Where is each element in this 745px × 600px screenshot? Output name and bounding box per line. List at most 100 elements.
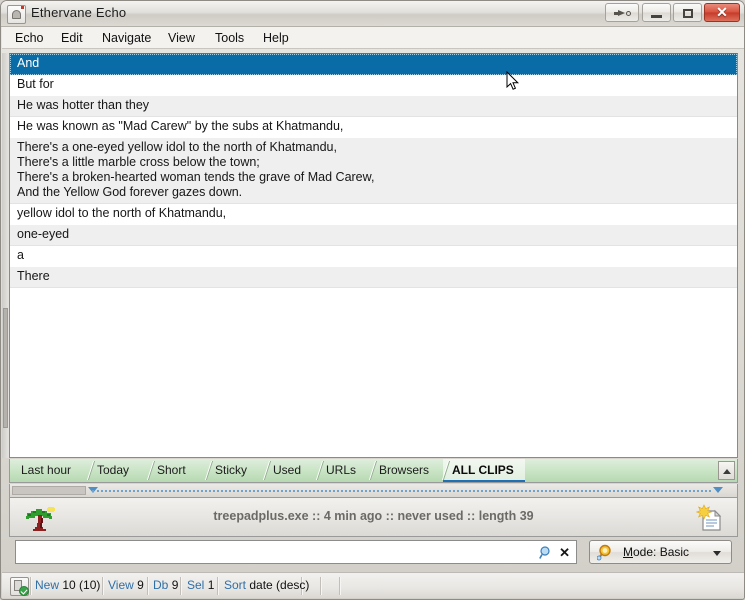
- close-button[interactable]: ✕: [704, 3, 740, 22]
- clip-list-row[interactable]: He was known as "Mad Carew" by the subs …: [10, 117, 737, 138]
- search-magnifier-icon[interactable]: [539, 546, 552, 560]
- status-value: date (desc): [249, 578, 310, 592]
- pin-on-top-button[interactable]: [605, 3, 639, 22]
- search-input[interactable]: ✕: [15, 540, 577, 564]
- clip-list-row[interactable]: There's a one-eyed yellow idol to the no…: [10, 138, 737, 204]
- new-document-icon[interactable]: [695, 504, 725, 534]
- tab-last-hour[interactable]: Last hour: [12, 459, 96, 482]
- status-segment-db[interactable]: Db 9: [153, 578, 178, 592]
- clipboard-ok-icon: [10, 577, 29, 596]
- clear-search-icon[interactable]: ✕: [559, 544, 570, 561]
- clip-list-row[interactable]: There: [10, 267, 737, 288]
- strip-left-block: [12, 486, 86, 495]
- scroll-up-arrow-icon: [723, 469, 731, 474]
- status-key: New: [35, 578, 63, 592]
- clip-line: And the Yellow God forever gazes down.: [17, 185, 243, 199]
- tab-sticky[interactable]: Sticky: [206, 459, 272, 482]
- status-segment-sort[interactable]: Sort date (desc): [224, 578, 309, 592]
- status-divider: [180, 577, 182, 595]
- clip-list-row[interactable]: And: [10, 54, 737, 75]
- tab-short[interactable]: Short: [148, 459, 214, 482]
- scrollbar-thumb[interactable]: [3, 308, 8, 428]
- status-value: 10 (10): [62, 578, 101, 592]
- clip-list-row[interactable]: one-eyed: [10, 225, 737, 246]
- status-value: 9: [137, 578, 144, 592]
- status-segment-new[interactable]: New 10 (10): [35, 578, 100, 592]
- tab-browsers[interactable]: Browsers: [370, 459, 451, 482]
- pin-icon: [614, 10, 631, 17]
- clip-line: There's a broken-hearted woman tends the…: [17, 170, 375, 184]
- clip-line: There's a one-eyed yellow idol to the no…: [17, 140, 337, 154]
- minimize-icon: [651, 15, 662, 18]
- tab-urls[interactable]: URLs: [317, 459, 378, 482]
- tab-label: URLs: [326, 463, 357, 477]
- clip-line: There's a little marble cross below the …: [17, 155, 260, 169]
- tab-today[interactable]: Today: [88, 459, 156, 482]
- tab-used[interactable]: Used: [264, 459, 325, 482]
- status-key: Sort: [224, 578, 250, 592]
- menu-item-tools[interactable]: Tools: [210, 30, 249, 46]
- tab-label: ALL CLIPS: [452, 463, 514, 477]
- tab-label: Last hour: [21, 463, 72, 477]
- chevron-down-icon[interactable]: [713, 551, 721, 556]
- tab-separator-strip: [9, 484, 738, 497]
- clip-list[interactable]: And But for He was hotter than they He was …: [9, 53, 738, 458]
- strip-dotted-line: [92, 490, 711, 493]
- clip-list-row[interactable]: But for: [10, 75, 737, 96]
- app-dome-icon: [7, 5, 26, 24]
- clip-line: yellow idol to the north of Khatmandu,: [17, 206, 227, 220]
- status-bar: New 10 (10) View 9 Db 9 Sel 1 Sort date (des…: [2, 572, 744, 598]
- search-mode-button[interactable]: Mode: Basic: [589, 540, 732, 564]
- menu-item-view[interactable]: View: [163, 30, 200, 46]
- status-segment-sel[interactable]: Sel 1: [187, 578, 214, 592]
- menu-bar: Echo Edit Navigate View Tools Help: [2, 27, 744, 49]
- title-bar: Ethervane Echo ✕: [1, 1, 744, 27]
- tab-label: Used: [273, 463, 302, 477]
- tab-scroll-up-button[interactable]: [718, 461, 735, 480]
- window-title: Ethervane Echo: [31, 5, 127, 20]
- minimize-button[interactable]: [642, 3, 671, 22]
- status-key: Db: [153, 578, 172, 592]
- clip-line: He was hotter than they: [17, 98, 150, 112]
- close-icon: ✕: [716, 4, 728, 20]
- maximize-button[interactable]: [673, 3, 702, 22]
- status-divider: [339, 577, 341, 595]
- status-divider: [217, 577, 219, 595]
- mode-magnifier-icon: [597, 544, 611, 561]
- tab-label: Browsers: [379, 463, 430, 477]
- clip-line: one-eyed: [17, 227, 70, 241]
- status-divider: [147, 577, 149, 595]
- tab-label: Short: [157, 463, 186, 477]
- menu-item-help[interactable]: Help: [258, 30, 294, 46]
- menu-item-edit[interactable]: Edit: [56, 30, 88, 46]
- search-row: ✕ Mode: Basic: [9, 540, 738, 566]
- clip-info-bar: treepadplus.exe :: 4 min ago :: never us…: [9, 497, 738, 537]
- clip-line: But for: [17, 77, 54, 91]
- clip-list-row[interactable]: He was hotter than they: [10, 96, 737, 117]
- status-divider: [30, 577, 32, 595]
- menu-item-navigate[interactable]: Navigate: [97, 30, 156, 46]
- status-value: 9: [171, 578, 179, 592]
- clip-list-row[interactable]: a: [10, 246, 737, 267]
- status-key: Sel: [187, 578, 208, 592]
- clip-list-row[interactable]: yellow idol to the north of Khatmandu,: [10, 204, 737, 225]
- status-segment-view[interactable]: View 9: [108, 578, 144, 592]
- status-divider: [320, 577, 322, 595]
- tab-label: Today: [97, 463, 130, 477]
- tab-bar: ALL CLIPS Browsers URLs Used Sticky Short Toda…: [9, 459, 738, 483]
- clip-line: And: [17, 56, 40, 70]
- status-divider: [102, 577, 104, 595]
- clip-line: a: [17, 248, 24, 262]
- menu-item-echo[interactable]: Echo: [10, 30, 49, 46]
- tab-all-clips[interactable]: ALL CLIPS: [443, 459, 525, 482]
- status-value: 1: [207, 578, 215, 592]
- application-window: Ethervane Echo ✕ Echo Edit Navigate View Too…: [0, 0, 745, 600]
- maximize-icon: [683, 9, 693, 18]
- list-vertical-scrollbar[interactable]: [2, 53, 9, 458]
- search-mode-label: Mode: Basic: [623, 545, 690, 559]
- clip-line: There: [17, 269, 50, 283]
- strip-marker-right-icon: [713, 487, 723, 493]
- status-key: View: [108, 578, 138, 592]
- clip-line: He was known as "Mad Carew" by the subs …: [17, 119, 344, 133]
- tab-label: Sticky: [215, 463, 248, 477]
